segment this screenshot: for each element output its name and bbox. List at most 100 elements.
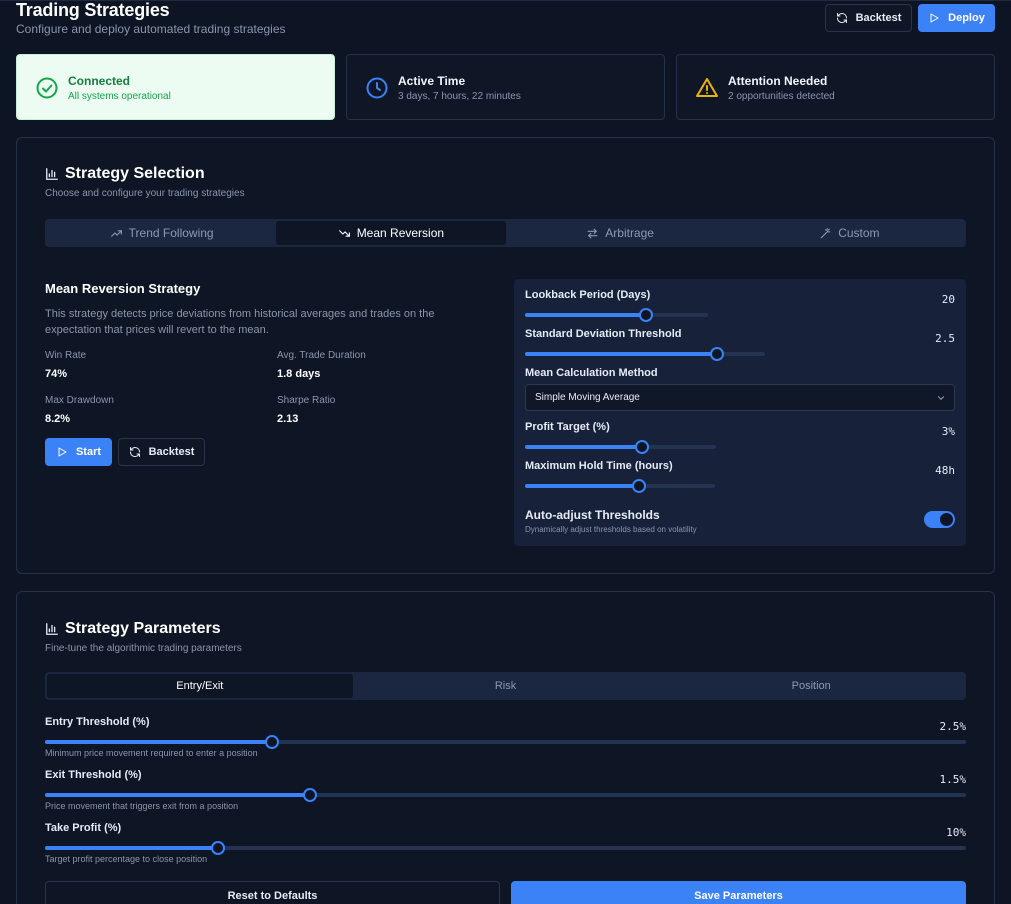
exit-threshold-value: 1.5%: [939, 773, 967, 786]
strategy-backtest-label: Backtest: [148, 446, 195, 458]
max-hold-slider[interactable]: [525, 479, 715, 493]
auto-adjust-help: Dynamically adjust thresholds based on v…: [525, 525, 697, 534]
stat-label-avg-duration: Avg. Trade Duration: [277, 350, 366, 361]
strategy-parameters-subtitle: Fine-tune the algorithmic trading parame…: [45, 643, 242, 654]
tab-label: Custom: [838, 226, 880, 240]
exit-threshold-slider[interactable]: [45, 788, 966, 802]
save-parameters-button[interactable]: Save Parameters: [511, 881, 966, 904]
strategy-parameters-title: Strategy Parameters: [45, 620, 221, 638]
slider-thumb[interactable]: [634, 440, 649, 454]
status-card-connected: Connected All systems operational: [16, 54, 335, 120]
std-dev-label: Standard Deviation Threshold: [525, 328, 682, 340]
tab-position[interactable]: Position: [658, 674, 964, 698]
chevron-down-icon: [937, 396, 945, 401]
strategy-selection-title: Strategy Selection: [45, 165, 205, 183]
save-parameters-label: Save Parameters: [694, 890, 783, 902]
profit-target-value: 3%: [941, 425, 955, 438]
auto-adjust-label: Auto-adjust Thresholds: [525, 508, 660, 522]
slider-thumb[interactable]: [211, 841, 226, 855]
play-icon: [930, 13, 939, 23]
stat-label-win-rate: Win Rate: [45, 350, 87, 361]
status-title: Attention Needed: [728, 74, 828, 88]
slider-thumb[interactable]: [303, 788, 318, 802]
stat-label-max-drawdown: Max Drawdown: [45, 395, 114, 406]
mean-reversion-parameters: Lookback Period (Days) 20 Standard Devia…: [514, 279, 966, 546]
profit-target-label: Profit Target (%): [525, 421, 610, 433]
tab-label: Risk: [494, 680, 517, 692]
profit-target-slider[interactable]: [525, 440, 716, 454]
slider-thumb[interactable]: [710, 347, 724, 361]
magic-wand-icon: [820, 227, 831, 238]
deploy-button[interactable]: Deploy: [918, 4, 995, 32]
strategy-description: This strategy detects price deviations f…: [45, 308, 435, 336]
parameter-tabs: Entry/Exit Risk Position: [45, 672, 966, 700]
exit-threshold-label: Exit Threshold (%): [45, 769, 142, 781]
stat-value-sharpe: 2.13: [277, 413, 299, 425]
strategy-tabs: Trend Following Mean Reversion Arbitrage…: [45, 219, 966, 247]
stat-value-avg-duration: 1.8 days: [277, 368, 321, 380]
play-icon: [58, 447, 67, 457]
reset-defaults-label: Reset to Defaults: [227, 890, 318, 902]
tab-custom[interactable]: Custom: [735, 221, 964, 245]
page-subtitle: Configure and deploy automated trading s…: [16, 22, 286, 36]
header-backtest-button[interactable]: Backtest: [825, 4, 912, 32]
stat-value-max-drawdown: 8.2%: [45, 413, 71, 425]
check-circle-icon: [36, 77, 58, 99]
status-title: Connected: [68, 74, 131, 88]
strategy-selection-title-text: Strategy Selection: [65, 165, 205, 182]
entry-threshold-label: Entry Threshold (%): [45, 716, 150, 728]
trending-up-icon: [110, 229, 122, 237]
take-profit-value: 10%: [946, 826, 966, 839]
take-profit-help: Target profit percentage to close positi…: [45, 854, 208, 864]
lookback-label: Lookback Period (Days): [525, 289, 651, 301]
header-backtest-label: Backtest: [855, 12, 902, 24]
status-detail: 3 days, 7 hours, 22 minutes: [398, 91, 521, 102]
strategy-parameters-title-text: Strategy Parameters: [65, 620, 221, 637]
tab-entry-exit[interactable]: Entry/Exit: [47, 674, 353, 698]
slider-thumb[interactable]: [638, 308, 653, 322]
mean-method-label: Mean Calculation Method: [525, 367, 658, 379]
tab-risk[interactable]: Risk: [353, 674, 659, 698]
slider-thumb[interactable]: [264, 735, 279, 749]
std-dev-value: 2.5: [935, 332, 955, 345]
lookback-value: 20: [941, 293, 955, 306]
take-profit-label: Take Profit (%): [45, 822, 122, 834]
start-label: Start: [75, 446, 102, 458]
strategy-selection-subtitle: Choose and configure your trading strate…: [45, 188, 245, 199]
bar-chart-icon: [46, 623, 58, 635]
tab-label: Trend Following: [128, 226, 214, 240]
start-button[interactable]: Start: [45, 438, 112, 466]
stat-value-win-rate: 74%: [45, 368, 68, 380]
mean-method-value: Simple Moving Average: [535, 392, 640, 403]
mean-method-select[interactable]: Simple Moving Average: [525, 384, 955, 411]
reset-defaults-button[interactable]: Reset to Defaults: [45, 881, 500, 904]
status-detail: All systems operational: [68, 91, 171, 102]
auto-adjust-toggle[interactable]: [924, 511, 955, 528]
take-profit-slider[interactable]: [45, 841, 966, 855]
status-title: Active Time: [398, 74, 466, 88]
status-card-active-time: Active Time 3 days, 7 hours, 22 minutes: [346, 54, 665, 120]
tab-trend-following[interactable]: Trend Following: [47, 221, 276, 245]
max-hold-label: Maximum Hold Time (hours): [525, 460, 673, 472]
clock-icon: [366, 77, 388, 99]
entry-threshold-slider[interactable]: [45, 735, 966, 749]
deploy-label: Deploy: [948, 12, 985, 24]
status-detail: 2 opportunities detected: [728, 91, 835, 102]
entry-threshold-help: Minimum price movement required to enter…: [45, 748, 258, 758]
stat-label-sharpe: Sharpe Ratio: [277, 395, 336, 406]
trending-down-icon: [338, 229, 350, 237]
strategy-backtest-button[interactable]: Backtest: [118, 438, 205, 466]
tab-label: Position: [791, 680, 831, 692]
slider-thumb[interactable]: [632, 479, 646, 493]
tab-arbitrage[interactable]: Arbitrage: [506, 221, 735, 245]
tab-label: Entry/Exit: [176, 680, 224, 692]
std-dev-slider[interactable]: [525, 347, 765, 361]
strategy-selection-panel: Strategy Selection Choose and configure …: [16, 137, 995, 574]
lookback-slider[interactable]: [525, 308, 708, 322]
bar-chart-icon: [46, 168, 58, 180]
refresh-icon: [836, 13, 847, 23]
swap-arrows-icon: [587, 228, 598, 238]
refresh-icon: [129, 447, 140, 457]
tab-mean-reversion[interactable]: Mean Reversion: [276, 221, 506, 245]
max-hold-value: 48h: [935, 464, 955, 477]
